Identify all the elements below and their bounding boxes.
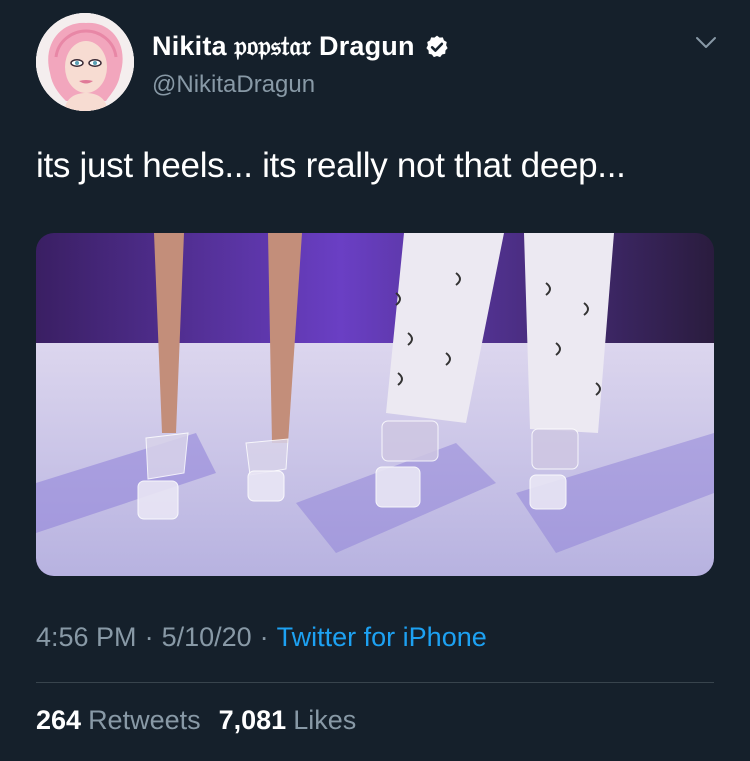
tweet-text: its just heels... its really not that de… — [36, 146, 626, 185]
chevron-down-icon[interactable] — [694, 35, 718, 51]
likes-stat[interactable]: 7,081 Likes — [219, 705, 357, 736]
tweet-media-image[interactable] — [36, 233, 714, 576]
tweet-meta: 4:56 PM · 5/10/20 · Twitter for iPhone — [36, 622, 487, 653]
likes-count: 7,081 — [218, 705, 287, 735]
tweet-source-link[interactable]: Twitter for iPhone — [277, 622, 487, 653]
retweets-count: 264 — [36, 705, 82, 735]
tweet-header: Nikita 𝔭𝔬𝔭𝔰𝔱𝔞𝔯 Dragun @NikitaDragun — [36, 13, 726, 113]
tweet-time: 4:56 PM — [36, 622, 137, 652]
author-handle[interactable]: @NikitaDragun — [152, 71, 315, 99]
likes-label: Likes — [293, 705, 357, 735]
tweet-stats: 264 Retweets 7,081 Likes — [36, 705, 356, 736]
author-name-row[interactable]: Nikita 𝔭𝔬𝔭𝔰𝔱𝔞𝔯 Dragun — [152, 31, 450, 63]
tweet-date: 5/10/20 — [161, 622, 252, 652]
avatar-illustration — [36, 13, 134, 111]
retweets-label: Retweets — [88, 705, 201, 735]
retweets-stat[interactable]: 264 Retweets — [36, 705, 201, 736]
heels-photo — [36, 233, 714, 576]
divider — [36, 682, 714, 683]
meta-separator: · — [259, 622, 269, 652]
avatar[interactable] — [36, 13, 134, 111]
verified-badge-icon — [426, 35, 448, 58]
author-display-name[interactable]: Nikita 𝔭𝔬𝔭𝔰𝔱𝔞𝔯 Dragun — [152, 31, 415, 63]
meta-separator: · — [144, 622, 154, 652]
